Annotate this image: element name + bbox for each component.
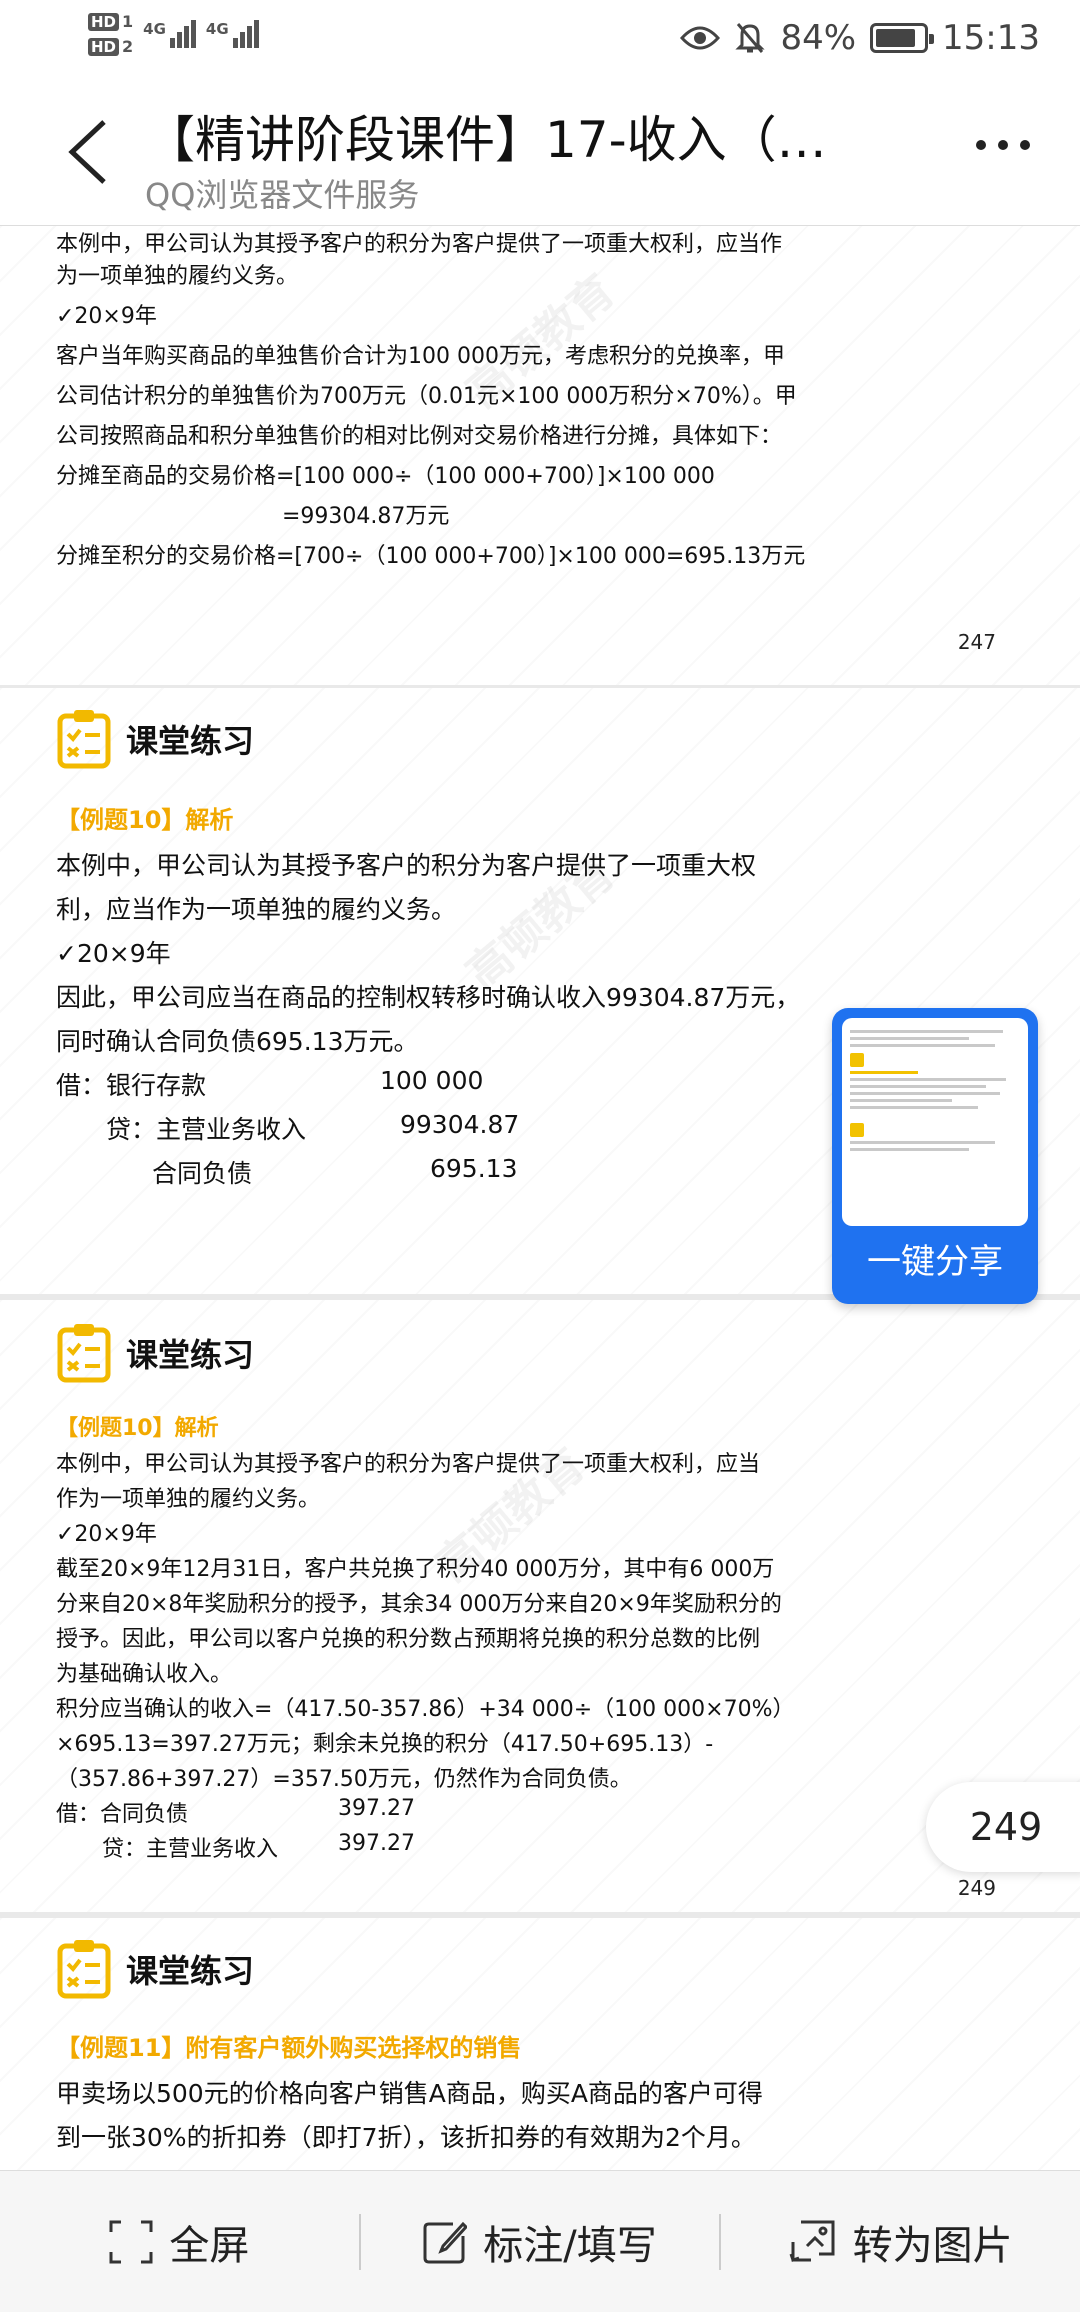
page-number: 249 (957, 1876, 996, 1900)
hd1-label: HD (88, 12, 120, 31)
text-line: =99304.87万元 (282, 504, 450, 529)
eye-icon (680, 26, 721, 50)
hd2-indicator: HD 2 (88, 37, 133, 56)
text-line: ✓20×9年 (56, 939, 171, 968)
example-title: 【例题10】解析 (56, 806, 234, 834)
text-line: 本例中，甲公司认为其授予客户的积分为客户提供了一项重大权利，应当 (56, 1452, 761, 1477)
battery-percent: 84% (780, 18, 857, 58)
document-title: 【精讲阶段课件】17-收入（… (145, 111, 827, 169)
text-line: 作为一项单独的履约义务。 (56, 1487, 321, 1512)
text-line: ×695.13=397.27万元；剩余未兑换的积分（417.50+695.13）… (56, 1732, 714, 1757)
status-left: HD 1 HD 2 4G 4G (88, 12, 259, 56)
battery-icon (870, 23, 935, 53)
status-bar: HD 1 HD 2 4G 4G 84% 15:13 (0, 0, 1080, 82)
heading-text: 课堂练习 (126, 1336, 255, 1374)
text-line: 因此，甲公司应当在商品的控制权转移时确认收入99304.87万元， (56, 983, 801, 1012)
entry-amount: 99304.87 (400, 1110, 520, 1139)
title-bar: 【精讲阶段课件】17-收入（… QQ浏览器文件服务 (0, 82, 1080, 226)
text-line: 甲卖场以500元的价格向客户销售A商品，购买A商品的客户可得 (56, 2079, 763, 2108)
text-line: 本例中，甲公司认为其授予客户的积分为客户提供了一项重大权利，应当作 (56, 232, 783, 257)
entry-label: 借：银行存款 (56, 1071, 207, 1100)
text-line: 分摊至商品的交易价格=[100 000÷（100 000+700）]×100 0… (56, 464, 715, 489)
back-arrow-icon (68, 120, 106, 184)
text-line: ✓20×9年 (56, 1522, 157, 1547)
fullscreen-label: 全屏 (169, 2222, 250, 2269)
convert-to-image-button[interactable]: 转为图片 (721, 2212, 1080, 2272)
clipboard-check-icon (57, 1324, 111, 1383)
page-250: 课堂练习 【例题11】附有客户额外购买选择权的销售 甲卖场以500元的价格向客户… (0, 1918, 1080, 2170)
entry-label: 合同负债 (152, 1159, 253, 1188)
one-click-share-button[interactable]: 一键分享 (832, 1008, 1038, 1304)
example-title: 【例题11】附有客户额外购买选择权的销售 (56, 2034, 522, 2062)
page-247: 高顿教育 本例中，甲公司认为其授予客户的积分为客户提供了一项重大权利，应当作 为… (0, 226, 1080, 685)
section-heading: 课堂练习 (56, 708, 254, 770)
current-page-indicator[interactable]: 249 (926, 1782, 1080, 1872)
clipboard-check-icon (57, 710, 111, 769)
status-right: 84% 15:13 (680, 18, 1040, 58)
clock: 15:13 (942, 18, 1040, 58)
heading-text: 课堂练习 (126, 1952, 255, 1990)
hd1-num: 1 (122, 12, 134, 31)
text-line: 本例中，甲公司认为其授予客户的积分为客户提供了一项重大权 (56, 851, 757, 880)
signal-2-icon: 4G (206, 20, 259, 48)
fullscreen-icon (109, 2220, 153, 2263)
entry-amount: 397.27 (338, 1796, 415, 1821)
share-label: 一键分享 (867, 1242, 1003, 1282)
page-249: 高顿教育 课堂练习 【例题10】解析 本例中，甲公司认为其授予客户的积分为客户提… (0, 1300, 1080, 1912)
hd2-num: 2 (122, 37, 134, 56)
text-line: 公司按照商品和积分单独售价的相对比例对交易价格进行分摊，具体如下： (56, 424, 783, 449)
text-line: 分来自20×8年奖励积分的授予，其余34 000万分来自20×9年奖励积分的 (56, 1592, 782, 1617)
text-line: 积分应当确认的收入=（417.50-357.86）+34 000÷（100 00… (56, 1697, 795, 1722)
text-line: 到一张30%的折扣券（即打7折），该折扣券的有效期为2个月。 (56, 2123, 756, 2152)
entry-amount: 695.13 (430, 1154, 518, 1183)
page-number: 247 (957, 630, 996, 654)
text-line: 截至20×9年12月31日，客户共兑换了积分40 000万分，其中有6 000万 (56, 1557, 775, 1582)
heading-text: 课堂练习 (126, 722, 255, 760)
annotate-label: 标注/填写 (483, 2222, 657, 2269)
back-button[interactable] (60, 112, 120, 192)
fullscreen-button[interactable]: 全屏 (0, 2212, 359, 2272)
entry-amount: 397.27 (338, 1831, 415, 1856)
entry-label: 借：合同负债 (56, 1802, 189, 1827)
more-options-button[interactable] (976, 140, 1030, 150)
entry-label: 贷：主营业务收入 (102, 1837, 279, 1862)
example-title: 【例题10】解析 (56, 1416, 219, 1441)
share-preview-thumbnail (842, 1018, 1028, 1226)
more-dot-icon (998, 140, 1008, 150)
text-line: 公司估计积分的单独售价为700万元（0.01元×100 000万积分×70%）。… (56, 384, 797, 409)
text-line: ✓20×9年 (56, 304, 157, 329)
text-line: 为一项单独的履约义务。 (56, 264, 299, 289)
hd1-indicator: HD 1 (88, 12, 133, 31)
text-line: 授予。因此，甲公司以客户兑换的积分数占预期将兑换的积分总数的比例 (56, 1627, 761, 1652)
bottom-toolbar: 全屏 标注/填写 转为图片 (0, 2170, 1080, 2312)
section-heading: 课堂练习 (56, 1322, 254, 1384)
clipboard-check-icon (57, 1940, 111, 1999)
more-dot-icon (976, 140, 986, 150)
hd2-label: HD (88, 37, 120, 56)
net2-label: 4G (205, 20, 229, 38)
net1-label: 4G (143, 20, 166, 38)
more-dot-icon (1020, 140, 1030, 150)
text-line: 同时确认合同负债695.13万元。 (56, 1027, 419, 1056)
entry-label: 贷：主营业务收入 (106, 1115, 307, 1144)
image-convert-icon (789, 2220, 835, 2262)
signal-1-icon: 4G (143, 20, 196, 48)
battery-fill (876, 29, 915, 47)
text-line: 客户当年购买商品的单独售价合计为100 000万元，考虑积分的兑换率，甲 (56, 344, 785, 369)
annotate-button[interactable]: 标注/填写 (361, 2212, 720, 2272)
text-line: （357.86+397.27）=357.50万元，仍然作为合同负债。 (56, 1767, 632, 1792)
convert-label: 转为图片 (852, 2222, 1013, 2269)
edit-icon (423, 2221, 468, 2263)
entry-amount: 100 000 (380, 1066, 484, 1095)
mute-bell-icon (735, 23, 766, 53)
document-source: QQ浏览器文件服务 (145, 176, 420, 214)
section-heading: 课堂练习 (56, 1938, 254, 2000)
text-line: 分摊至积分的交易价格=[700÷（100 000+700）]×100 000=6… (56, 544, 806, 569)
text-line: 利，应当作为一项单独的履约义务。 (56, 895, 457, 924)
text-line: 为基础确认收入。 (56, 1662, 233, 1687)
